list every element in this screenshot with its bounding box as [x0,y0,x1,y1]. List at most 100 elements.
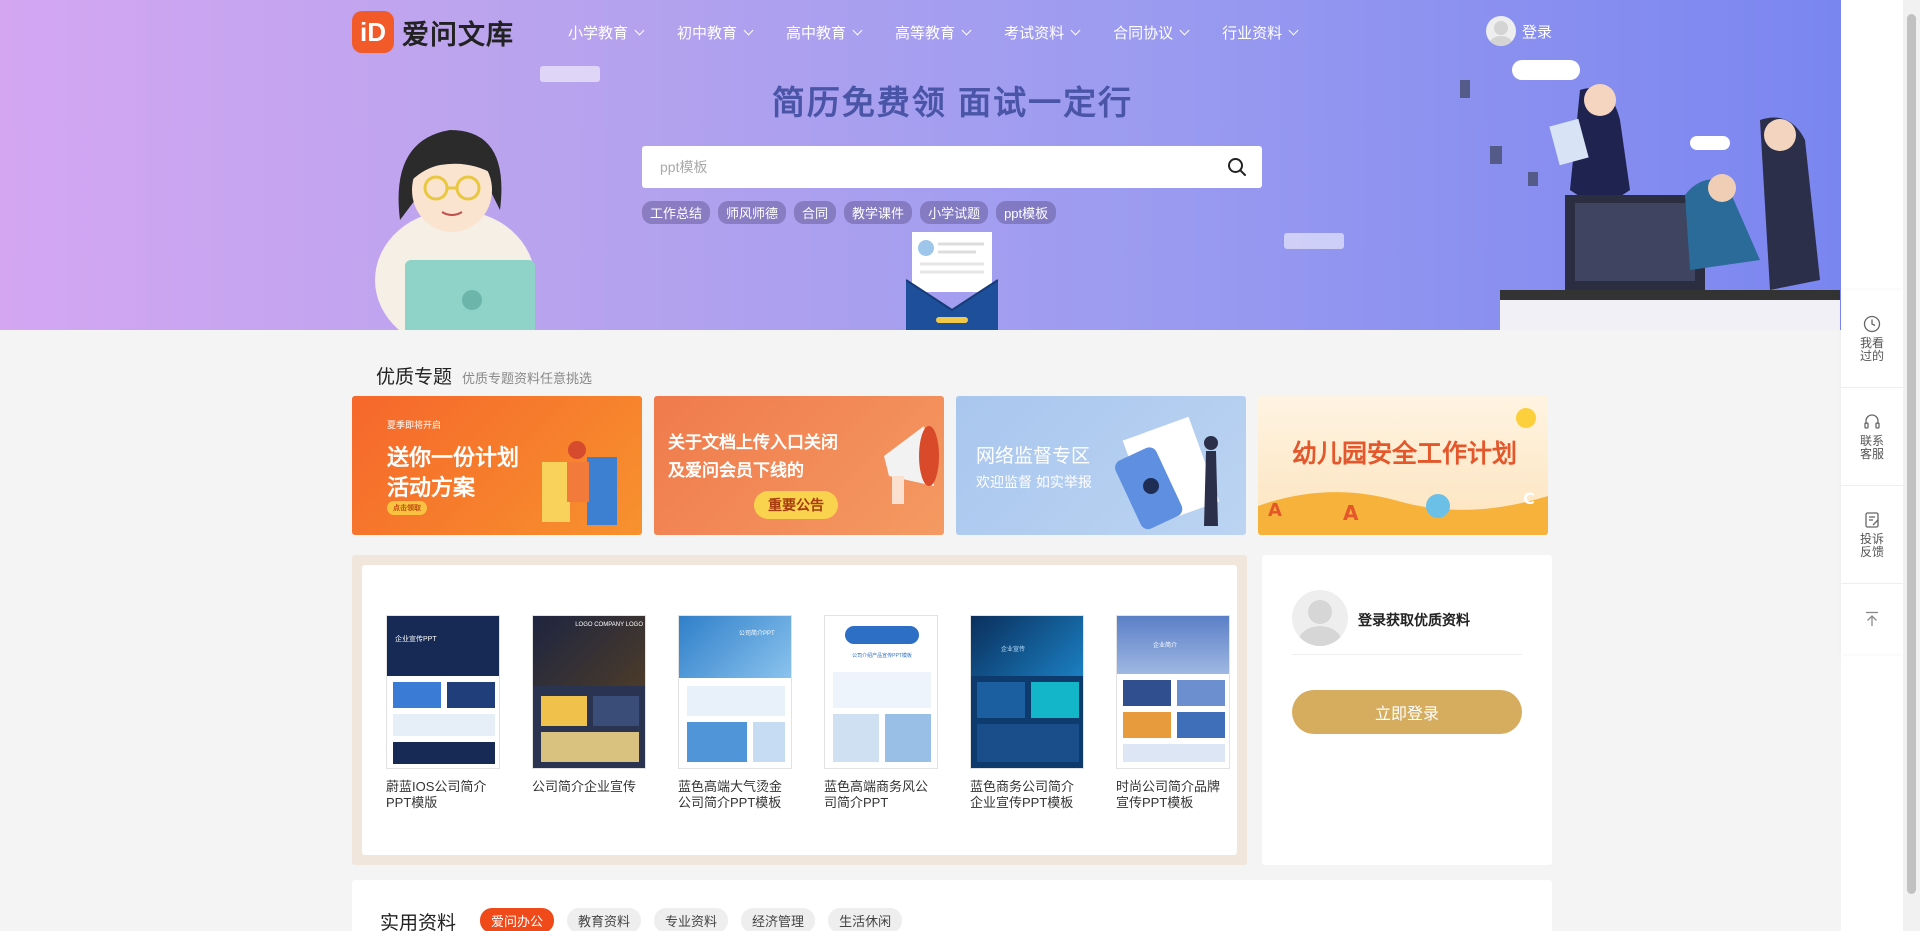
practical-section: 实用资料 爱问办公 教育资料 专业资料 经济管理 生活休闲 [352,880,1552,931]
nav-item-primary-edu[interactable]: 小学教育 [568,22,645,43]
banner-line: 关于文档上传入口关闭 [668,433,838,452]
doc-title: 公司简介企业宣传 [532,779,637,794]
topic-banners: 夏季即将开启 送你一份计划 活动方案 点击领取 关于文档上传入口关闭 及爱问会员… [352,396,1548,535]
alphabet-blocks-illustration: A AC [1258,489,1548,535]
svg-text:A: A [1343,501,1359,525]
nav-item-higher-edu[interactable]: 高等教育 [895,22,972,43]
side-panel: 我看过的 联系客服 投诉反馈 [1841,0,1903,931]
hot-tag[interactable]: 师风师德 [718,201,787,224]
nav-item-senior-edu[interactable]: 高中教育 [786,22,863,43]
doc-card[interactable]: 企业简介 时尚公司简介品牌宣传PPT模板 [1116,615,1230,811]
banner-line: 及爱问会员下线的 [668,461,804,480]
doc-thumbnail: LOGO COMPANY LOGO [532,615,646,769]
nav-label: 高等教育 [895,24,956,42]
topic-banner-supervision[interactable]: 网络监督专区 欢迎监督 如实举报 [956,396,1246,535]
doc-card[interactable]: 公司简介PPT 蓝色高端大气烫金公司简介PPT模板 [678,615,792,811]
nav-item-industry[interactable]: 行业资料 [1222,22,1299,43]
top-navigation: iD 爱问文库 小学教育 初中教育 高中教育 高等教育 考试资料 合同协议 行业… [352,11,1552,53]
login-now-button[interactable]: 立即登录 [1292,690,1522,734]
hot-tag[interactable]: 小学试题 [920,201,989,224]
banner-kicker: 夏季即将开启 [387,420,442,430]
avatar [1292,590,1348,646]
topic-banner-announcement[interactable]: 关于文档上传入口关闭 及爱问会员下线的 重要公告 [654,396,944,535]
doc-card[interactable]: 公司介绍产品宣传PPT模板 蓝色高端商务风公司简介PPT [824,615,938,811]
login-label: 登录 [1521,23,1552,41]
tab-economics[interactable]: 经济管理 [741,908,816,931]
hero-banner: iD 爱问文库 小学教育 初中教育 高中教育 高等教育 考试资料 合同协议 行业… [0,0,1841,330]
svg-text:A: A [1268,500,1282,521]
tab-professional[interactable]: 专业资料 [654,908,729,931]
chevron-down-icon [634,25,645,35]
search-input[interactable] [642,146,1212,188]
megaphone-icon [884,426,939,504]
hot-search-tags: 工作总结 师风师德 合同 教学课件 小学试题 ppt模板 [642,201,1064,224]
side-support[interactable]: 联系客服 [1841,388,1903,486]
doc-card[interactable]: LOGO COMPANY LOGO 公司简介企业宣传 [532,615,646,811]
hero-title: 简历免费领 面试一定行 [771,84,1134,121]
side-history[interactable]: 我看过的 [1841,290,1903,388]
section-title: 优质专题 [376,367,453,388]
topic-banner-kindergarten[interactable]: 幼儿园安全工作计划 A A C [1258,396,1548,535]
practical-tabs: 爱问办公 教育资料 专业资料 经济管理 生活休闲 [480,908,915,931]
chevron-down-icon [1288,25,1299,35]
scrollbar-thumb[interactable] [1907,14,1916,894]
headset-icon [1864,413,1880,429]
banner-line: 活动方案 [387,475,476,500]
nav-label: 考试资料 [1004,24,1065,42]
doc-card[interactable]: 企业宣传 蓝色商务公司简介企业宣传PPT模板 [970,615,1084,811]
doc-thumbnail: 企业宣传 [970,615,1084,769]
login-promo-text: 登录获取优质资料 [1358,612,1470,628]
doc-thumbnail: 公司介绍产品宣传PPT模板 [824,615,938,769]
sun-icon [1516,408,1536,428]
chevron-down-icon [961,25,972,35]
banner-line: 网络监督专区 [976,446,1091,467]
divider [1292,654,1522,655]
nav-item-contract[interactable]: 合同协议 [1113,22,1190,43]
doc-thumbnail: 企业宣传PPT [386,615,500,769]
nav-label: 高中教育 [786,24,847,42]
back-to-top-button[interactable] [1841,584,1903,654]
hot-tag[interactable]: ppt模板 [996,201,1057,224]
main-nav: 小学教育 初中教育 高中教育 高等教育 考试资料 合同协议 行业资料 [568,22,1331,43]
recommended-docs-panel: 企业宣传PPT 蔚蓝IOS公司简介PPT模版 LOGO COMPANY LOGO… [352,555,1247,865]
tab-education[interactable]: 教育资料 [567,908,642,931]
thumb-caption: 公司简介PPT [739,631,775,637]
nav-item-exam[interactable]: 考试资料 [1004,22,1081,43]
doc-title: 蓝色高端商务风公司简介PPT [824,779,929,810]
tab-lifestyle[interactable]: 生活休闲 [828,908,903,931]
avatar [1485,16,1516,46]
site-logo[interactable]: iD 爱问文库 [352,11,514,53]
side-feedback[interactable]: 投诉反馈 [1841,486,1903,584]
banner-badge: 重要公告 [754,491,838,519]
topic-banner-plan[interactable]: 夏季即将开启 送你一份计划 活动方案 点击领取 [352,396,642,535]
doc-title: 时尚公司简介品牌宣传PPT模板 [1116,779,1221,810]
section-title: 实用资料 [380,913,457,931]
chevron-down-icon [743,25,754,35]
banner-line: 幼儿园安全工作计划 [1292,440,1518,468]
nav-label: 初中教育 [677,24,738,42]
thumb-caption: 企业简介 [1153,643,1178,649]
search-icon [1228,158,1246,176]
hot-tag[interactable]: 教学课件 [844,201,913,224]
login-link[interactable]: 登录 [1485,16,1552,46]
search-button[interactable] [1212,146,1262,188]
tab-office[interactable]: 爱问办公 [480,908,555,931]
chevron-down-icon [852,25,863,35]
doc-card[interactable]: 企业宣传PPT 蔚蓝IOS公司简介PPT模版 [386,615,500,811]
nav-item-junior-edu[interactable]: 初中教育 [677,22,754,43]
thumb-caption: 公司介绍产品宣传PPT模板 [852,653,912,659]
thumb-caption: LOGO COMPANY LOGO [575,622,643,628]
woman-laptop-illustration [375,130,535,330]
page-scrollbar[interactable] [1903,0,1920,931]
hot-tag[interactable]: 工作总结 [642,201,711,224]
clock-icon [1863,315,1881,332]
doc-title: 蓝色商务公司简介企业宣传PPT模板 [970,779,1075,810]
logo-icon: iD [352,11,394,53]
thumb-caption: 企业宣传PPT [395,636,437,643]
thumb-caption: 企业宣传 [1001,647,1026,653]
side-label: 我看过的 [1859,335,1884,363]
topics-header: 优质专题 优质专题资料任意挑选 [376,362,592,389]
phone-document-illustration [1115,416,1220,530]
hot-tag[interactable]: 合同 [794,201,837,224]
banner-badge: 点击领取 [387,501,427,515]
